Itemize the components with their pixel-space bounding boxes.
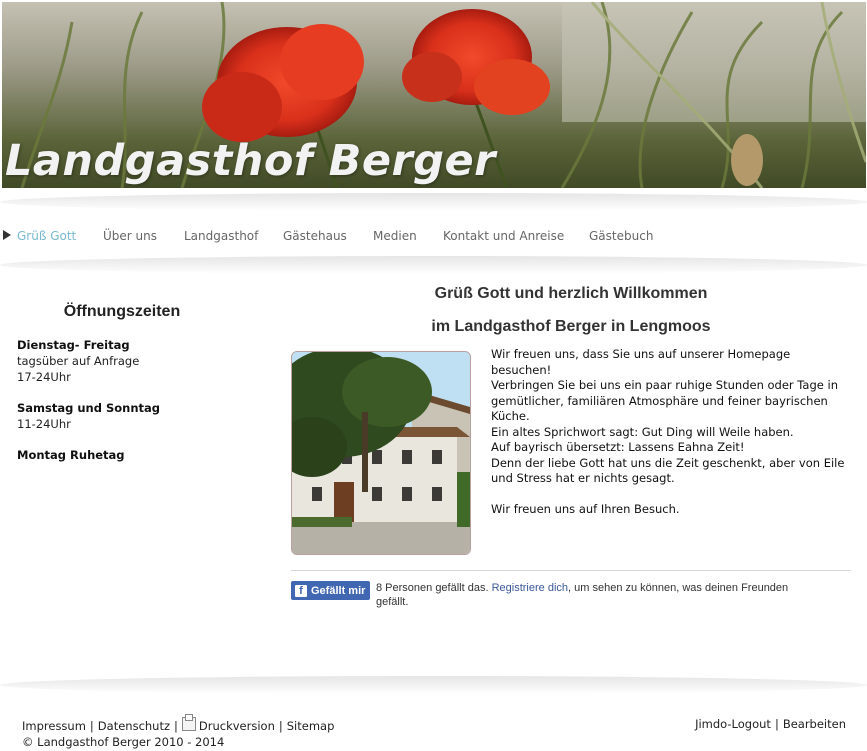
footer-links: Impressum | Datenschutz | Druckversion | Sitem…: [22, 714, 335, 749]
sidebar-opening-hours: Öffnungszeiten Dienstag- Freitag tagsübe…: [17, 303, 277, 478]
intro-line: Verbringen Sie bei uns ein paar ruhige S…: [491, 378, 838, 423]
nav-shadow: [0, 256, 867, 274]
sitemap-link[interactable]: Sitemap: [287, 719, 335, 733]
site-title: Landgasthof Berger: [5, 136, 496, 186]
nav-item-landgasthof[interactable]: Landgasthof: [184, 229, 258, 243]
welcome-subheading: im Landgasthof Berger in Lengmoos: [431, 318, 711, 335]
footer-admin-links: Jimdo-Logout | Bearbeiten: [695, 717, 846, 731]
intro-line: Denn der liebe Gott hat uns die Zeit ges…: [491, 455, 845, 486]
seed-head: [731, 134, 763, 186]
hours-heading: Samstag und Sonntag: [17, 401, 161, 415]
hours-heading: Dienstag- Freitag: [17, 338, 130, 352]
main-navigation: Grüß Gott Über uns Landgasthof Gästehaus…: [0, 226, 867, 246]
sidebar-title: Öffnungszeiten: [63, 303, 181, 320]
intro-line: Auf bayrisch übersetzt: Lassens Eahna Ze…: [491, 440, 745, 454]
copyright-text: © Landgasthof Berger 2010 - 2014: [22, 735, 225, 749]
intro-line: Wir freuen uns, dass Sie uns auf unserer…: [491, 347, 791, 377]
closing-line: Wir freuen uns auf Ihren Besuch.: [491, 501, 680, 516]
hours-block-monday: Montag Ruhetag: [17, 447, 277, 463]
nav-item-kontakt[interactable]: Kontakt und Anreise: [443, 229, 564, 243]
hours-line: 17-24Uhr: [17, 370, 71, 384]
printer-icon[interactable]: [181, 714, 196, 731]
jimdo-logout-link[interactable]: Jimdo-Logout: [695, 717, 771, 731]
content-divider: [291, 570, 851, 571]
footer: Impressum | Datenschutz | Druckversion | Sitem…: [0, 690, 867, 751]
intro-line: Ein altes Sprichwort sagt: Gut Ding will…: [491, 424, 794, 439]
hours-line: tagsüber auf Anfrage: [17, 354, 140, 368]
nav-item-gaestehaus[interactable]: Gästehaus: [283, 229, 347, 243]
datenschutz-link[interactable]: Datenschutz: [98, 719, 170, 733]
facebook-icon: f: [295, 584, 307, 597]
facebook-like-button[interactable]: f Gefällt mir: [291, 581, 370, 600]
impressum-link[interactable]: Impressum: [22, 719, 86, 733]
nav-item-medien[interactable]: Medien: [373, 229, 417, 243]
hours-block-weekend: Samstag und Sonntag 11-24Uhr: [17, 400, 277, 432]
nav-item-gaestebuch[interactable]: Gästebuch: [589, 229, 653, 243]
bearbeiten-link[interactable]: Bearbeiten: [783, 717, 846, 731]
register-link[interactable]: Registriere dich: [492, 582, 568, 594]
header-banner: Landgasthof Berger: [2, 2, 866, 188]
hours-line: 11-24Uhr: [17, 417, 71, 431]
like-count: 8 Personen gefällt das.: [376, 582, 489, 594]
druckversion-link[interactable]: Druckversion: [199, 719, 275, 733]
intro-text: Wir freuen uns, dass Sie uns auf unserer…: [491, 347, 846, 517]
active-arrow-icon: [3, 230, 11, 240]
hours-heading: Montag Ruhetag: [17, 448, 125, 462]
header-shadow: [0, 193, 867, 211]
like-info-text: 8 Personen gefällt das. Registriere dich…: [376, 581, 796, 609]
hours-block-weekdays: Dienstag- Freitag tagsüber auf Anfrage 1…: [17, 337, 277, 385]
welcome-heading: Grüß Gott und herzlich Willkommen: [434, 285, 708, 302]
nav-item-ueber-uns[interactable]: Über uns: [103, 229, 157, 243]
nav-item-gruss-gott[interactable]: Grüß Gott: [17, 229, 76, 243]
like-button-label: Gefällt mir: [311, 584, 366, 597]
inn-photo: [291, 351, 471, 555]
